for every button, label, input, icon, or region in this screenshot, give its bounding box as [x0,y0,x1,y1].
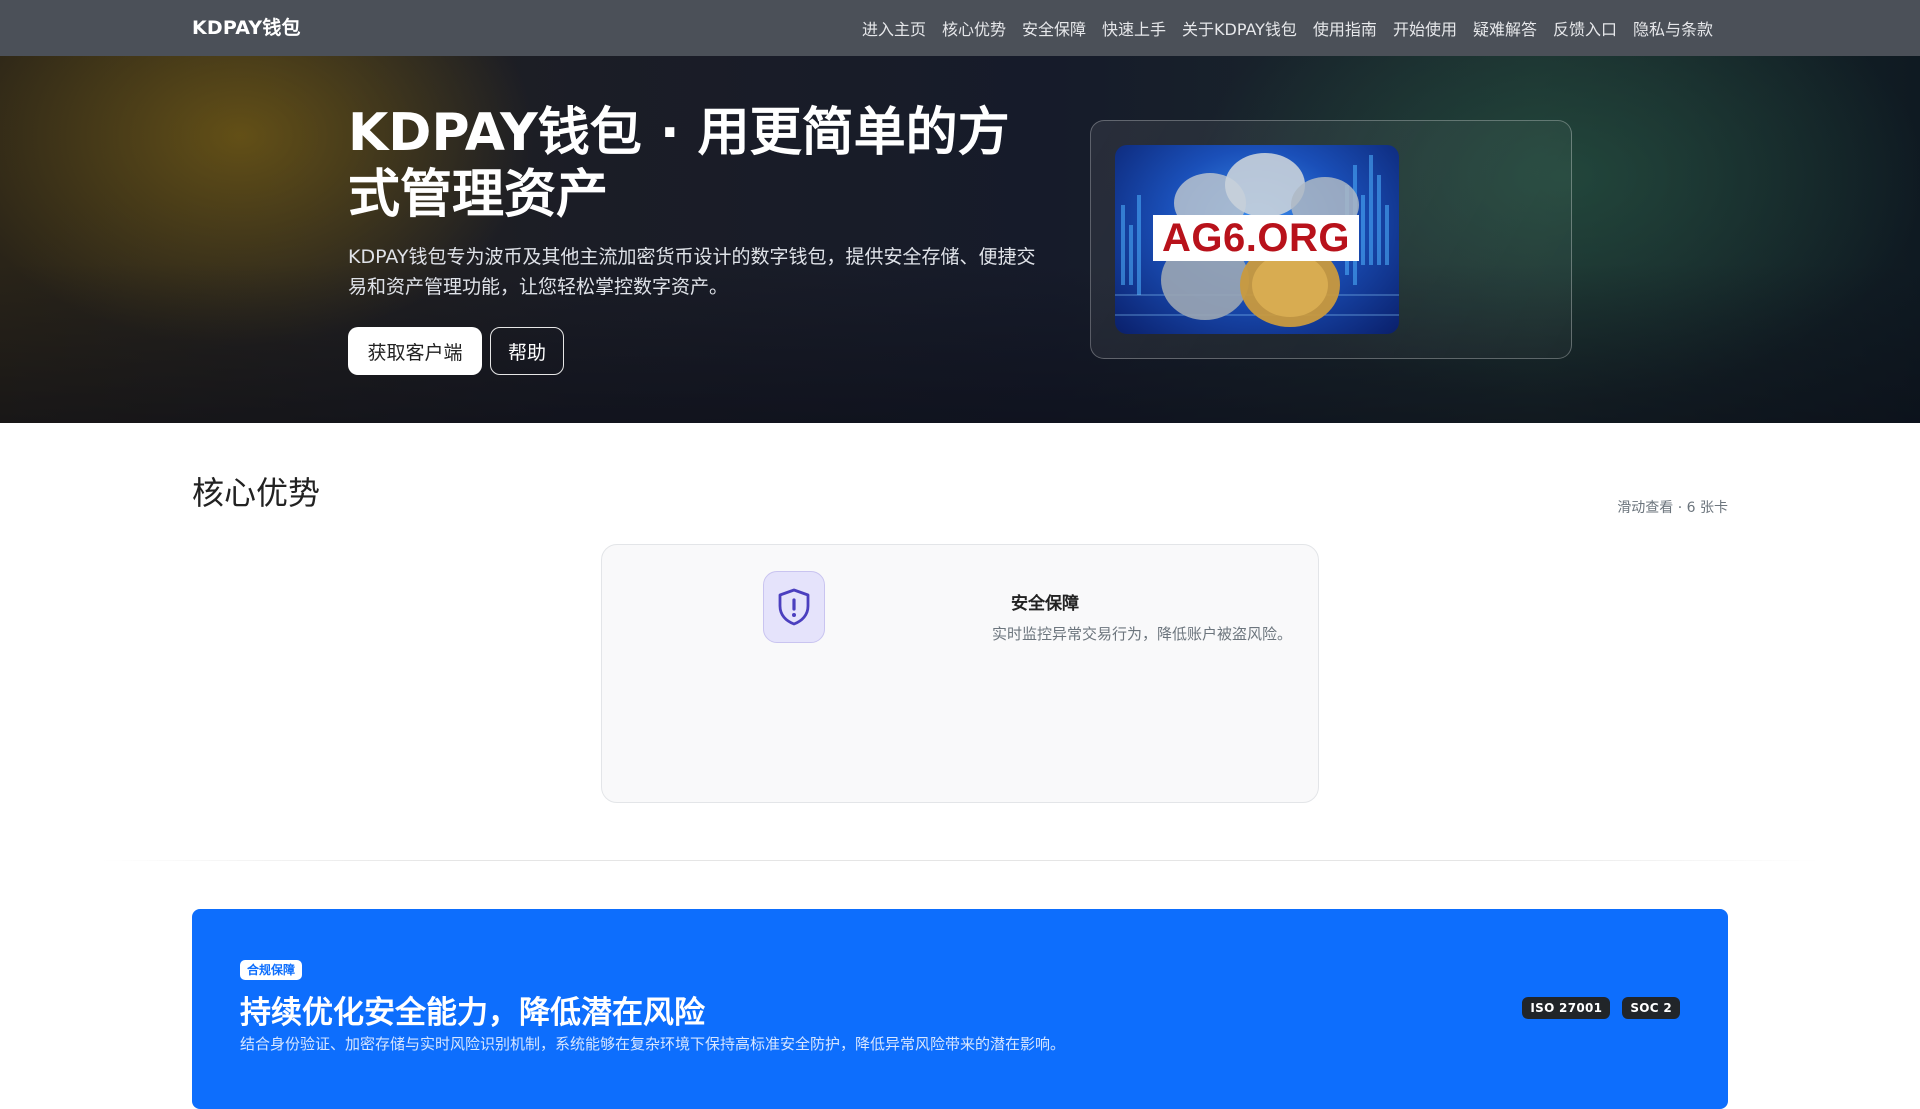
cert-badges: ISO 27001 SOC 2 [1522,997,1680,1019]
banner-title: 持续优化安全能力，降低潜在风险 [240,995,705,1031]
compliance-badge: 合规保障 [240,960,303,980]
compliance-banner: 合规保障 持续优化安全能力，降低潜在风险 结合身份验证、加密存储与实时风险识别机… [192,909,1728,1109]
nav-link-feedback[interactable]: 反馈入口 [1545,16,1625,40]
nav-link-about[interactable]: 关于KDPAY钱包 [1174,16,1305,40]
hero-image-card: AG6.ORG [1090,120,1572,359]
feature-card-description: 实时监控异常交易行为，降低账户被盗风险。 [991,625,1292,643]
nav-link-start[interactable]: 开始使用 [1385,16,1465,40]
nav-link-security[interactable]: 安全保障 [1014,16,1094,40]
section-divider [100,860,1820,861]
navbar: KDPAY钱包 进入主页 核心优势 安全保障 快速上手 关于KDPAY钱包 使用… [0,0,1920,56]
nav-link-core[interactable]: 核心优势 [934,16,1014,40]
brand-logo[interactable]: KDPAY钱包 [192,0,301,56]
cert-badge-iso: ISO 27001 [1522,997,1611,1019]
carousel-hint: 滑动查看 · 6 张卡 [1617,500,1728,516]
crypto-coins-image: AG6.ORG [1115,145,1399,334]
nav-link-faq[interactable]: 疑难解答 [1465,16,1545,40]
watermark-logo-text: AG6.ORG [1162,215,1350,260]
help-button[interactable]: 帮助 [490,327,564,375]
hero-section: KDPAY钱包 · 用更简单的方式管理资产 KDPAY钱包专为波币及其他主流加密… [0,56,1920,423]
nav-link-quickstart[interactable]: 快速上手 [1094,16,1174,40]
cert-badge-soc: SOC 2 [1622,997,1680,1019]
hero-title: KDPAY钱包 · 用更简单的方式管理资产 [348,103,1010,225]
feature-card-security[interactable]: 安全保障 实时监控异常交易行为，降低账户被盗风险。 [601,544,1319,803]
core-section-title: 核心优势 [192,474,321,512]
get-client-button[interactable]: 获取客户端 [348,327,482,375]
nav-link-guide[interactable]: 使用指南 [1305,16,1385,40]
nav-link-home[interactable]: 进入主页 [854,16,934,40]
banner-description: 结合身份验证、加密存储与实时风险识别机制，系统能够在复杂环境下保持高标准安全防护… [240,1035,1066,1053]
feature-card-title: 安全保障 [1011,594,1079,614]
watermark-logo: AG6.ORG [1153,215,1359,261]
nav-links: 进入主页 核心优势 安全保障 快速上手 关于KDPAY钱包 使用指南 开始使用 … [854,0,1721,56]
hero-description: KDPAY钱包专为波币及其他主流加密货币设计的数字钱包，提供安全存储、便捷交易和… [348,246,1036,298]
nav-link-privacy[interactable]: 隐私与条款 [1625,16,1721,40]
